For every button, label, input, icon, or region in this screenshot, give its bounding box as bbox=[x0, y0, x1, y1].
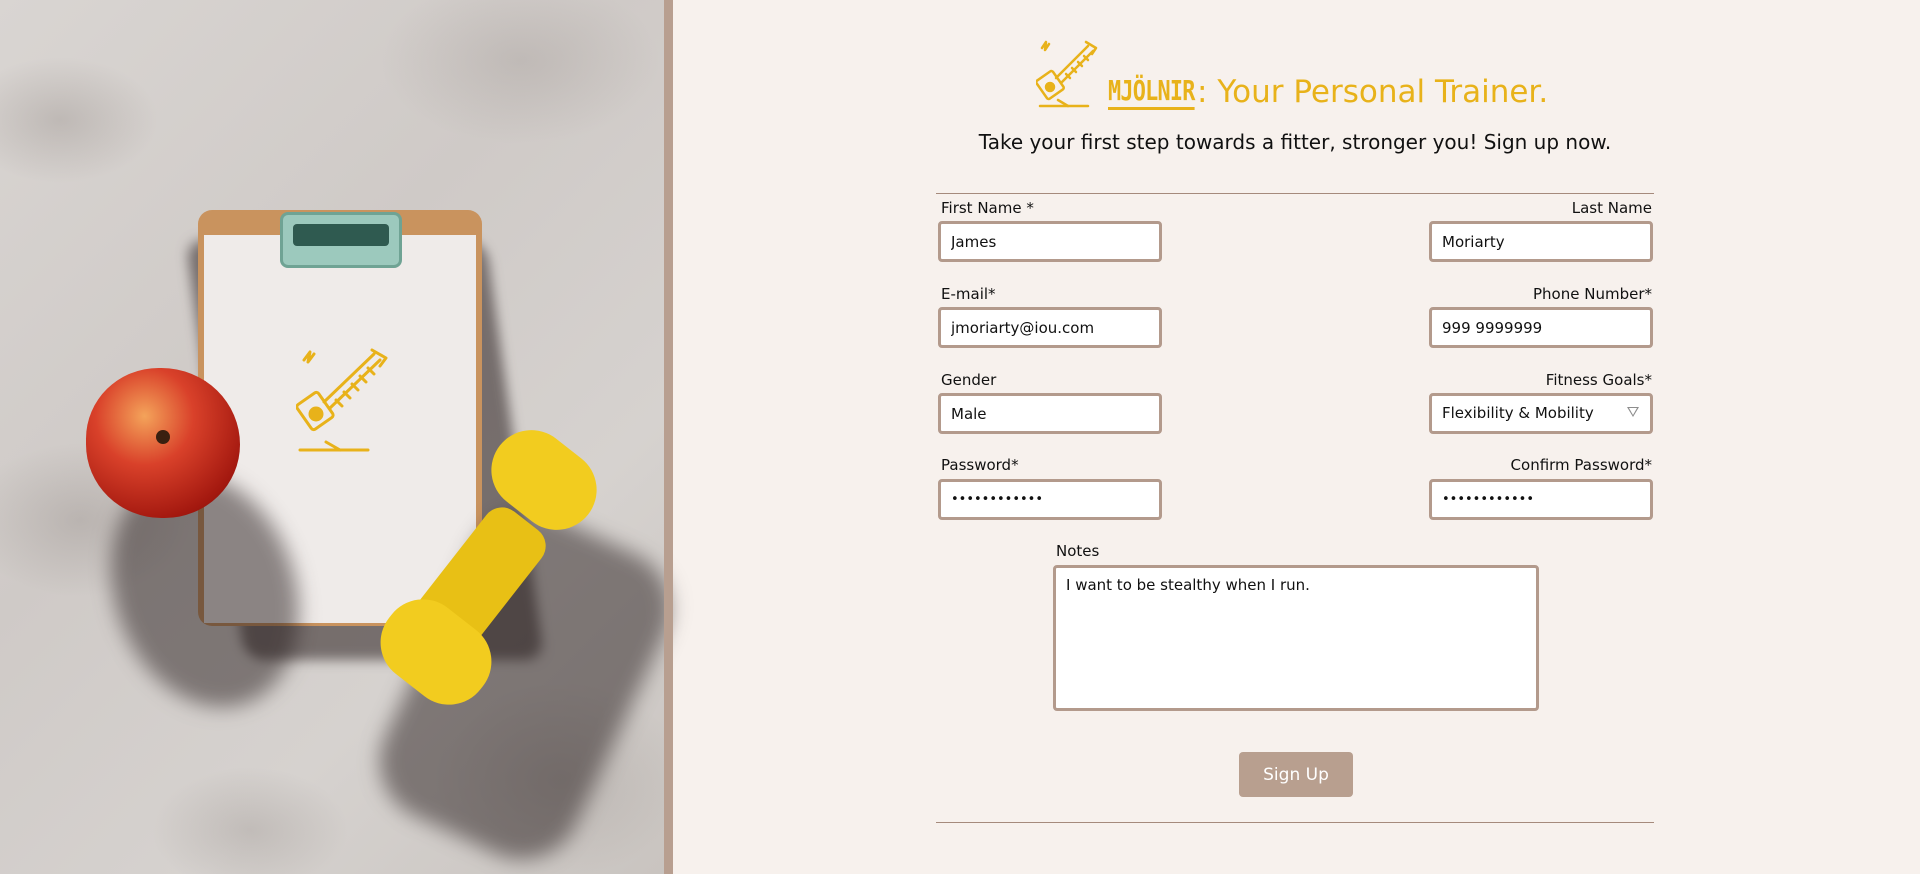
divider-top bbox=[936, 193, 1654, 194]
hammer-icon bbox=[1036, 40, 1098, 108]
gender-label: Gender bbox=[941, 371, 997, 389]
sign-up-button[interactable]: Sign Up bbox=[1239, 752, 1353, 797]
fitness-goals-select[interactable]: Flexibility & Mobility bbox=[1429, 393, 1653, 434]
brand-logo-word: MJÖLNIR bbox=[1108, 77, 1195, 110]
divider-bottom bbox=[936, 822, 1654, 823]
fitness-goals-value: Flexibility & Mobility bbox=[1442, 404, 1594, 422]
first-name-input[interactable] bbox=[938, 221, 1162, 262]
apple-stem bbox=[156, 430, 170, 444]
confirm-password-field[interactable] bbox=[1429, 479, 1653, 520]
gender-input[interactable] bbox=[938, 393, 1162, 434]
brand-title: : Your Personal Trainer. bbox=[1197, 74, 1549, 110]
clipboard-clip-inner bbox=[293, 224, 389, 246]
notes-label: Notes bbox=[1056, 542, 1100, 560]
hammer-icon bbox=[296, 348, 388, 452]
tagline: Take your first step towards a fitter, s… bbox=[978, 130, 1612, 154]
email-label: E-mail* bbox=[941, 285, 996, 303]
last-name-label: Last Name bbox=[1571, 199, 1652, 217]
email-field[interactable] bbox=[938, 307, 1162, 348]
password-label: Password* bbox=[941, 456, 1019, 474]
brand-header: MJÖLNIR : Your Personal Trainer. bbox=[1036, 30, 1548, 110]
fitness-goals-label: Fitness Goals* bbox=[1545, 371, 1652, 389]
phone-label: Phone Number* bbox=[1533, 285, 1652, 303]
confirm-password-label: Confirm Password* bbox=[1510, 456, 1652, 474]
hero-image bbox=[0, 0, 690, 874]
last-name-input[interactable] bbox=[1429, 221, 1653, 262]
chevron-down-icon bbox=[1627, 407, 1639, 417]
phone-field[interactable] bbox=[1429, 307, 1653, 348]
first-name-label: First Name * bbox=[941, 199, 1034, 217]
hero-divider bbox=[664, 0, 673, 874]
password-field[interactable] bbox=[938, 479, 1162, 520]
notes-textarea[interactable]: I want to be stealthy when I run. bbox=[1053, 565, 1539, 711]
